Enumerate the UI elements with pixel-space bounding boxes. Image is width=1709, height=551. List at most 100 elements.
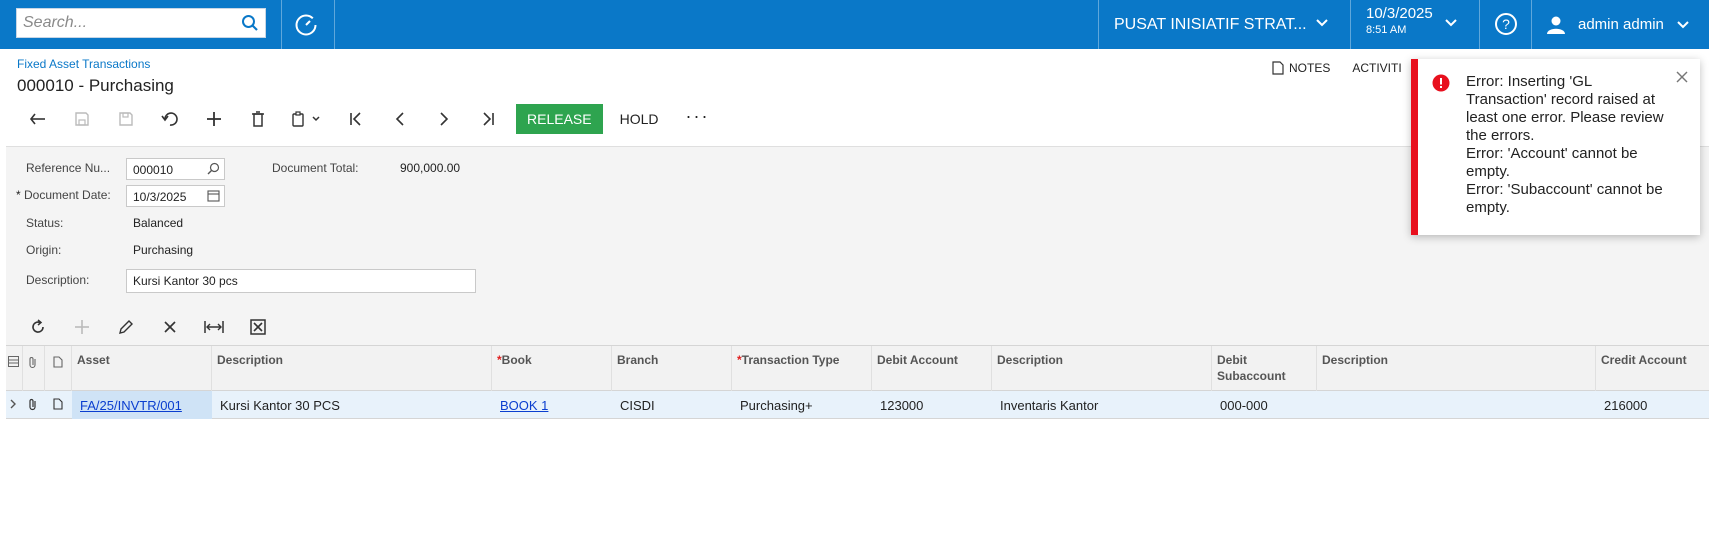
search-box[interactable] bbox=[16, 8, 266, 38]
note-icon bbox=[1272, 61, 1284, 75]
svg-text:?: ? bbox=[1502, 16, 1510, 32]
delete-icon[interactable] bbox=[236, 104, 280, 134]
copy-paste-icon[interactable] bbox=[280, 104, 334, 134]
description-label: Description: bbox=[26, 273, 90, 287]
search-icon[interactable] bbox=[241, 14, 259, 32]
edit-icon[interactable] bbox=[104, 319, 148, 335]
document-date-label: * Document Date: bbox=[16, 188, 111, 202]
chevron-down-icon bbox=[1315, 18, 1329, 28]
header-sub-description[interactable]: Description bbox=[1317, 346, 1596, 391]
add-icon[interactable] bbox=[192, 104, 236, 134]
topbar-divider bbox=[334, 0, 335, 49]
first-record-icon[interactable] bbox=[334, 104, 378, 134]
document-date-field[interactable]: 10/3/2025 bbox=[126, 185, 225, 207]
note-icon[interactable] bbox=[45, 391, 72, 419]
header-debit-subaccount[interactable]: Debit Subaccount bbox=[1212, 346, 1317, 391]
release-button[interactable]: RELEASE bbox=[516, 104, 603, 134]
user-name: admin admin bbox=[1578, 16, 1664, 33]
next-record-icon[interactable] bbox=[422, 104, 466, 134]
origin-label: Origin: bbox=[26, 243, 62, 257]
header-description[interactable]: Description bbox=[212, 346, 492, 391]
activities-label: ACTIVITI bbox=[1352, 61, 1402, 75]
save-close-icon[interactable] bbox=[60, 104, 104, 134]
cell-debit-subaccount[interactable]: 000-000 bbox=[1212, 391, 1317, 419]
delete-row-icon[interactable] bbox=[148, 320, 192, 334]
header-branch[interactable]: Branch bbox=[612, 346, 732, 391]
undo-icon[interactable] bbox=[148, 104, 192, 134]
topbar-divider bbox=[1531, 0, 1532, 49]
breadcrumb[interactable]: Fixed Asset Transactions bbox=[17, 57, 150, 71]
cell-asset[interactable]: FA/25/INVTR/001 bbox=[72, 391, 212, 419]
hold-button[interactable]: HOLD bbox=[603, 104, 676, 134]
topbar-divider bbox=[1479, 0, 1480, 49]
cell-sub-description[interactable] bbox=[1317, 391, 1596, 419]
description-field[interactable]: Kursi Kantor 30 pcs bbox=[126, 269, 476, 293]
save-icon[interactable] bbox=[104, 104, 148, 134]
calendar-icon[interactable] bbox=[207, 189, 220, 202]
refresh-icon[interactable] bbox=[16, 319, 60, 335]
cell-debit-description[interactable]: Inventaris Kantor bbox=[992, 391, 1212, 419]
description-value: Kursi Kantor 30 pcs bbox=[133, 274, 238, 288]
more-actions-button[interactable]: ··· bbox=[676, 106, 720, 127]
last-record-icon[interactable] bbox=[466, 104, 510, 134]
page-title: 000010 - Purchasing bbox=[17, 76, 174, 95]
previous-record-icon[interactable] bbox=[378, 104, 422, 134]
column-settings-icon[interactable] bbox=[6, 346, 23, 391]
origin-value: Purchasing bbox=[133, 243, 194, 257]
error-notification: Error: Inserting 'GL Transaction' record… bbox=[1411, 59, 1700, 235]
grid-toolbar bbox=[16, 316, 280, 338]
header-transaction-type[interactable]: *Transaction Type bbox=[732, 346, 872, 391]
user-menu[interactable]: admin admin bbox=[1546, 0, 1690, 49]
reference-number-field[interactable]: 000010 bbox=[126, 158, 225, 180]
add-row-icon[interactable] bbox=[60, 319, 104, 335]
activities-button[interactable]: ACTIVITI bbox=[1352, 61, 1401, 75]
document-total-value: 900,000.00 bbox=[400, 161, 461, 175]
cell-debit-account[interactable]: 123000 bbox=[872, 391, 992, 419]
export-excel-icon[interactable] bbox=[236, 319, 280, 335]
close-icon[interactable] bbox=[1676, 71, 1688, 83]
note-column-icon bbox=[45, 346, 72, 391]
chevron-down-icon[interactable] bbox=[1444, 18, 1458, 28]
error-message: Error: Inserting 'GL Transaction' record… bbox=[1466, 73, 1666, 217]
document-total-label: Document Total: bbox=[272, 161, 359, 175]
cell-description[interactable]: Kursi Kantor 30 PCS bbox=[212, 391, 492, 419]
attachment-icon[interactable] bbox=[23, 391, 45, 419]
error-icon bbox=[1432, 74, 1450, 92]
page-actions: NOTES ACTIVITI bbox=[1272, 61, 1402, 75]
company-selector[interactable]: PUSAT INISIATIF STRAT... bbox=[1099, 0, 1349, 49]
header-book[interactable]: *Book bbox=[492, 346, 612, 391]
attachment-column-icon bbox=[23, 346, 45, 391]
header-debit-description[interactable]: Description bbox=[992, 346, 1212, 391]
document-date-value: 10/3/2025 bbox=[133, 190, 187, 204]
error-line: Error: Inserting 'GL Transaction' record… bbox=[1466, 73, 1664, 144]
status-value: Balanced bbox=[133, 216, 184, 230]
topbar-divider bbox=[281, 0, 282, 49]
notes-button[interactable]: NOTES bbox=[1272, 61, 1330, 75]
help-icon[interactable]: ? bbox=[1494, 12, 1518, 36]
error-line: Error: 'Account' cannot be empty. bbox=[1466, 145, 1638, 180]
cell-transaction-type[interactable]: Purchasing+ bbox=[732, 391, 872, 419]
search-input[interactable] bbox=[17, 9, 227, 37]
notes-label: NOTES bbox=[1289, 61, 1331, 75]
back-icon[interactable] bbox=[16, 104, 60, 134]
user-avatar-icon bbox=[1546, 15, 1566, 35]
cell-credit-account[interactable]: 216000 bbox=[1596, 391, 1709, 419]
reference-number-value: 000010 bbox=[133, 163, 174, 177]
grid-header: Asset Description *Book Branch *Transact… bbox=[6, 346, 1709, 391]
search-icon[interactable] bbox=[207, 162, 220, 175]
cell-book[interactable]: BOOK 1 bbox=[492, 391, 612, 419]
header-credit-account[interactable]: Credit Account bbox=[1596, 346, 1709, 391]
topbar-divider bbox=[1350, 0, 1351, 49]
status-label: Status: bbox=[26, 216, 64, 230]
table-row[interactable]: FA/25/INVTR/001 Kursi Kantor 30 PCS BOOK… bbox=[6, 391, 1709, 419]
top-bar: PUSAT INISIATIF STRAT... 10/3/2025 8:51 … bbox=[0, 0, 1709, 49]
cell-branch[interactable]: CISDI bbox=[612, 391, 732, 419]
history-icon[interactable] bbox=[293, 12, 323, 38]
row-expand-icon[interactable] bbox=[6, 391, 23, 419]
company-name: PUSAT INISIATIF STRAT... bbox=[1114, 15, 1307, 33]
transactions-grid: Asset Description *Book Branch *Transact… bbox=[6, 345, 1709, 551]
header-debit-account[interactable]: Debit Account bbox=[872, 346, 992, 391]
main-toolbar: RELEASE HOLD ··· bbox=[16, 104, 719, 134]
header-asset[interactable]: Asset bbox=[72, 346, 212, 391]
fit-columns-icon[interactable] bbox=[192, 320, 236, 334]
